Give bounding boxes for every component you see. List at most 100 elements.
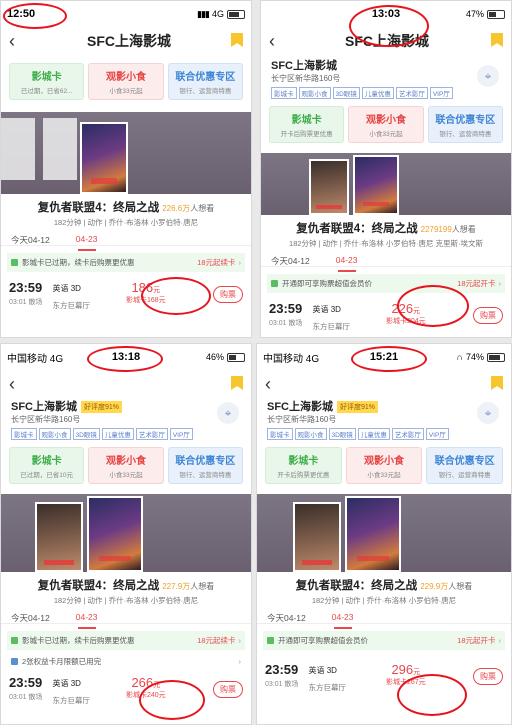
- notice-action: 18元起开卡: [457, 279, 496, 288]
- signal-icon: ▮▮▮: [197, 8, 210, 19]
- nav-bar: ‹: [257, 370, 511, 398]
- end-time: 03:01 散场: [9, 694, 43, 701]
- showtime-row[interactable]: 23:59 03:01 散场 英语 3D 东方巨幕厅 296元 影城卡267元 …: [257, 650, 511, 693]
- snack-card-button[interactable]: 观影小食 小食33元起: [345, 447, 423, 484]
- card-title: 影城卡: [31, 456, 62, 467]
- cinema-card-button[interactable]: 影城卡 开卡后购票更优惠: [265, 447, 342, 484]
- cinema-card-button[interactable]: 影城卡 已过期，已省62...: [9, 63, 85, 100]
- movie-meta: 182分钟 | 动作 | 乔什·布洛林 小罗伯特·唐尼 克里斯·埃文斯: [289, 239, 483, 248]
- movie-poster-carousel[interactable]: [1, 112, 251, 194]
- version: 英语 3D: [312, 305, 341, 314]
- tag: 儿童优惠: [361, 87, 394, 99]
- price-block: 186元 影城卡168元: [126, 280, 166, 305]
- buy-ticket-button[interactable]: 购票: [213, 286, 243, 303]
- date-tab-today[interactable]: 今天04-12: [271, 255, 310, 266]
- chevron-right-icon: ›: [498, 279, 502, 288]
- card-sub: 银行、运营商特惠: [439, 131, 492, 138]
- card-title: 观影小食: [365, 115, 406, 126]
- avengers-poster[interactable]: [87, 496, 143, 572]
- showtime-row[interactable]: 23:59 03:01 散场 英语 3D 东方巨幕厅 186元 影城卡168元 …: [1, 272, 251, 311]
- snack-card-button[interactable]: 观影小食 小食33元起: [88, 447, 164, 484]
- promo-zone-button[interactable]: 联合优惠专区 银行、运营商特惠: [167, 447, 243, 484]
- end-time: 03:01 散场: [9, 299, 43, 306]
- date-tab-selected[interactable]: 04-23: [76, 612, 98, 629]
- status-time: 13:18: [111, 351, 141, 363]
- promo-zone-button[interactable]: 联合优惠专区 银行、运营商特惠: [167, 63, 243, 100]
- avengers-poster[interactable]: [345, 496, 401, 572]
- snack-card-button[interactable]: 观影小食 小食33元起: [348, 106, 424, 143]
- movie-title-row: 复仇者联盟4：终局之战 226.6万人想看: [1, 199, 251, 215]
- price-value: 226: [391, 301, 414, 316]
- card-icon: [11, 637, 18, 644]
- alita-poster[interactable]: [293, 502, 341, 572]
- showtime-info: 英语 3D 东方巨幕厅: [300, 662, 346, 693]
- showtime-times: 23:59 03:01 散场: [265, 662, 298, 689]
- promo-zone-button[interactable]: 联合优惠专区 银行、运营商特惠: [426, 447, 504, 484]
- date-tabs: 今天04-12 04-23: [1, 228, 251, 251]
- card-price: 影城卡204元: [385, 318, 426, 325]
- date-tab-today[interactable]: 今天04-12: [11, 234, 50, 245]
- back-arrow-icon[interactable]: ‹: [265, 374, 283, 395]
- location-map-icon[interactable]: ⌖: [477, 402, 499, 424]
- phone-screen-3: 中国移动 4G 13:18 46% ‹ SFC上海影城 好评度91% 长宁区新华路…: [0, 343, 252, 725]
- card-notice[interactable]: 影城卡已过期，续卡后购票更优惠 18元起续卡 ›: [7, 253, 245, 272]
- card-title: 影城卡: [291, 115, 322, 126]
- movie-poster-carousel[interactable]: [261, 153, 511, 215]
- avengers-poster[interactable]: [353, 155, 399, 215]
- alita-poster[interactable]: [35, 502, 83, 572]
- cinema-name-row: SFC上海影城 好评度91%: [1, 398, 251, 414]
- movie-poster-carousel[interactable]: [257, 494, 511, 572]
- date-tab-selected[interactable]: 04-23: [76, 234, 98, 251]
- card-title: 影城卡: [288, 456, 319, 467]
- notice-action: 18元起续卡: [197, 258, 236, 267]
- battery-icon: [227, 9, 245, 19]
- card-notice[interactable]: 影城卡已过期，续卡后购票更优惠 18元起续卡 ›: [7, 631, 245, 650]
- back-arrow-icon[interactable]: ‹: [9, 374, 27, 395]
- notice-text: 影城卡已过期，续卡后购票更优惠: [22, 636, 135, 645]
- benefit-card-notice[interactable]: 2张权益卡月限额已用完 ›: [7, 652, 245, 671]
- movie-poster-carousel[interactable]: [1, 494, 251, 572]
- location-map-icon[interactable]: ⌖: [217, 402, 239, 424]
- avengers-poster[interactable]: [80, 122, 128, 194]
- battery-icon: [227, 352, 245, 362]
- favorite-bookmark-icon[interactable]: [231, 376, 243, 390]
- tag: 艺术影厅: [395, 87, 428, 99]
- movie-meta: 182分钟 | 动作 | 乔什·布洛林 小罗伯特·唐尼: [311, 596, 457, 605]
- benefit-card-icon: [11, 658, 18, 665]
- benefit-cards: 影城卡 开卡后购票更优惠 观影小食 小食33元起 联合优惠专区 银行、运营商特惠: [257, 443, 511, 488]
- card-notice[interactable]: 开通即可享购票超值会员价 18元起开卡 ›: [267, 274, 505, 293]
- tag: VIP厅: [169, 428, 193, 440]
- buy-ticket-button[interactable]: 购票: [473, 668, 503, 685]
- wish-label: 人想看: [190, 582, 215, 591]
- favorite-bookmark-icon[interactable]: [491, 33, 503, 47]
- showtime-times: 23:59 03:01 散场: [9, 675, 42, 702]
- favorite-bookmark-icon[interactable]: [231, 33, 243, 47]
- showtime-row[interactable]: 23:59 03:01 散场 英语 3D 东方巨幕厅 226元 影城卡204元 …: [261, 293, 511, 332]
- showtime-info: 英语 3D 东方巨幕厅: [44, 675, 90, 706]
- chevron-right-icon: ›: [238, 636, 242, 645]
- card-notice[interactable]: 开通即可享购票超值会员价 18元起开卡 ›: [263, 631, 505, 650]
- poster-placeholder: [1, 118, 35, 180]
- version: 英语 3D: [52, 284, 81, 293]
- date-tab-selected[interactable]: 04-23: [336, 255, 358, 272]
- status-time: 15:21: [369, 351, 399, 363]
- tag: 影城卡: [271, 87, 297, 99]
- alita-poster[interactable]: [309, 159, 349, 215]
- favorite-bookmark-icon[interactable]: [491, 376, 503, 390]
- back-arrow-icon[interactable]: ‹: [9, 31, 27, 52]
- date-tab-today[interactable]: 今天04-12: [11, 612, 50, 623]
- location-pin-icon[interactable]: ⌖: [477, 65, 499, 87]
- back-arrow-icon[interactable]: ‹: [269, 31, 287, 52]
- snack-card-button[interactable]: 观影小食 小食33元起: [88, 63, 164, 100]
- buy-ticket-button[interactable]: 购票: [473, 307, 503, 324]
- cinema-card-button[interactable]: 影城卡 开卡后购票更优惠: [269, 106, 345, 143]
- end-time: 03:01 散场: [265, 681, 299, 688]
- date-tab-today[interactable]: 今天04-12: [267, 612, 306, 623]
- buy-ticket-button[interactable]: 购票: [213, 681, 243, 698]
- card-title: 观影小食: [105, 72, 146, 83]
- date-tab-selected[interactable]: 04-23: [332, 612, 354, 629]
- version: 英语 3D: [308, 666, 337, 675]
- promo-zone-button[interactable]: 联合优惠专区 银行、运营商特惠: [427, 106, 503, 143]
- cinema-card-button[interactable]: 影城卡 已过期，已省10元: [9, 447, 85, 484]
- showtime-row[interactable]: 23:59 03:01 散场 英语 3D 东方巨幕厅 266元 影城卡240元 …: [1, 671, 251, 706]
